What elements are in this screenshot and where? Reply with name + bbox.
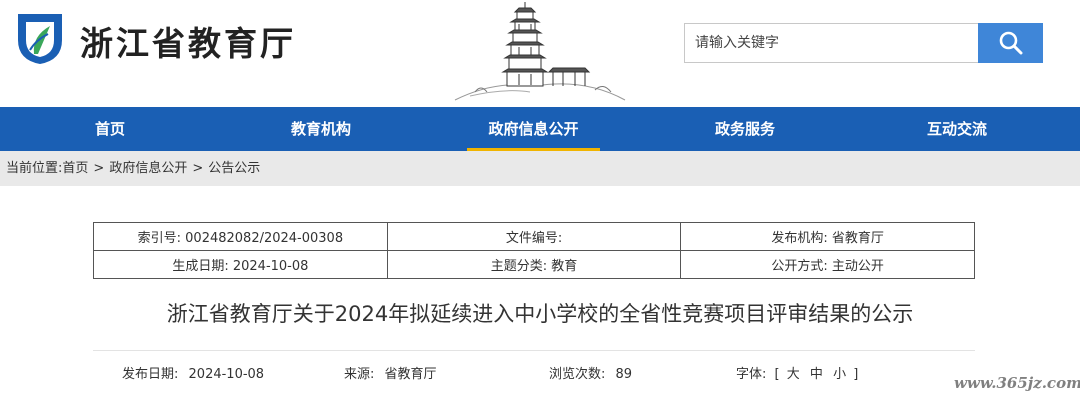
breadcrumb-separator: > xyxy=(192,161,204,176)
view-count: 浏览次数: 89 xyxy=(549,363,632,382)
main-nav: 首页 教育机构 政府信息公开 政务服务 互动交流 xyxy=(0,107,1080,151)
article-title: 浙江省教育厅关于2024年拟延续进入中小学校的全省性竞赛项目评审结果的公示 xyxy=(166,302,914,326)
nav-item-interaction[interactable]: 互动交流 xyxy=(909,107,1005,151)
site-title[interactable]: 浙江省教育厅 xyxy=(80,17,296,65)
publish-date-value: 2024-10-08 xyxy=(188,367,265,382)
font-size-medium-button[interactable]: 中 xyxy=(810,367,823,382)
meta-topic: 主题分类: 教育 xyxy=(386,250,682,279)
breadcrumb-notices[interactable]: 公告公示 xyxy=(208,161,260,176)
nav-item-home[interactable]: 首页 xyxy=(62,107,158,151)
site-header: 浙江省教育厅 xyxy=(0,0,1080,107)
meta-created-date: 生成日期: 2024-10-08 xyxy=(93,250,388,279)
document-meta-table: 索引号: 002482082/2024-00308 文件编号: 发布机构: 省教… xyxy=(93,222,975,279)
meta-open-mode: 公开方式: 主动公开 xyxy=(680,250,975,279)
font-size-label: 字体: xyxy=(736,367,767,382)
breadcrumb: 当前位置:首页 > 政府信息公开 > 公告公示 xyxy=(0,151,1080,186)
table-row: 生成日期: 2024-10-08 主题分类: 教育 公开方式: 主动公开 xyxy=(93,250,975,279)
source-label: 来源: xyxy=(344,367,375,382)
breadcrumb-home[interactable]: 首页 xyxy=(62,161,88,176)
source: 来源: 省教育厅 xyxy=(344,363,437,382)
watermark: www.365jz.com xyxy=(954,374,1080,392)
table-row: 索引号: 002482082/2024-00308 文件编号: 发布机构: 省教… xyxy=(93,222,975,251)
font-size-control: 字体: [ 大 中 小 ] xyxy=(736,363,858,382)
search-icon xyxy=(999,31,1022,55)
font-size-bracket-open: [ xyxy=(774,367,780,382)
breadcrumb-separator: > xyxy=(93,161,105,176)
pagoda-illustration xyxy=(454,2,626,101)
nav-item-gov-info[interactable]: 政府信息公开 xyxy=(467,107,600,151)
font-size-bracket-close: ] xyxy=(853,367,859,382)
nav-item-services[interactable]: 政务服务 xyxy=(697,107,793,151)
meta-doc-no: 文件编号: xyxy=(386,222,682,251)
view-count-value: 89 xyxy=(615,367,633,382)
search-button[interactable] xyxy=(978,23,1043,63)
breadcrumb-prefix: 当前位置: xyxy=(6,161,63,176)
font-size-small-button[interactable]: 小 xyxy=(833,367,846,382)
divider xyxy=(93,350,975,351)
meta-index-no: 索引号: 002482082/2024-00308 xyxy=(93,222,388,251)
site-logo-icon[interactable] xyxy=(14,10,66,66)
view-count-label: 浏览次数: xyxy=(549,367,606,382)
search-input[interactable] xyxy=(684,23,978,63)
breadcrumb-gov-info[interactable]: 政府信息公开 xyxy=(109,161,187,176)
source-value: 省教育厅 xyxy=(384,367,437,382)
font-size-large-button[interactable]: 大 xyxy=(787,367,800,382)
publish-date: 发布日期: 2024-10-08 xyxy=(122,363,264,382)
meta-publisher: 发布机构: 省教育厅 xyxy=(680,222,975,251)
nav-item-institutions[interactable]: 教育机构 xyxy=(273,107,369,151)
publish-date-label: 发布日期: xyxy=(122,367,179,382)
